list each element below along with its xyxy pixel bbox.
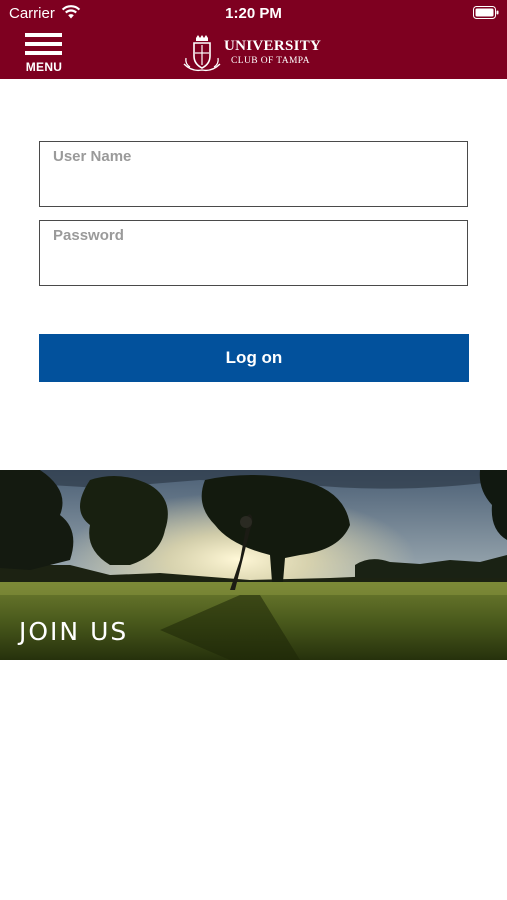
- logo-subtitle: CLUB OF TAMPA: [231, 56, 310, 66]
- hamburger-icon-bar: [25, 42, 62, 46]
- hamburger-icon-bar: [25, 51, 62, 55]
- logo-name: UNIVERSITY: [224, 38, 322, 54]
- username-field[interactable]: User Name: [39, 141, 468, 207]
- app-header: Carrier 1:20 PM MENU UNIVERSITY CLUB OF …: [0, 0, 507, 79]
- username-input[interactable]: [52, 172, 456, 198]
- logon-button[interactable]: Log on: [39, 334, 469, 382]
- menu-label: MENU: [25, 60, 63, 74]
- join-us-banner[interactable]: JOIN US: [0, 470, 507, 660]
- status-bar: Carrier 1:20 PM: [0, 0, 507, 28]
- join-us-label: JOIN US: [19, 617, 129, 646]
- crest-icon: [183, 35, 221, 72]
- password-input[interactable]: [52, 251, 456, 277]
- clock: 1:20 PM: [225, 5, 282, 22]
- hamburger-icon: [25, 33, 62, 37]
- username-label: User Name: [53, 148, 132, 165]
- menu-button[interactable]: MENU: [24, 33, 64, 74]
- password-field[interactable]: Password: [39, 220, 468, 286]
- club-logo: UNIVERSITY CLUB OF TAMPA: [182, 34, 328, 72]
- password-label: Password: [53, 227, 124, 244]
- battery-icon: [473, 6, 499, 19]
